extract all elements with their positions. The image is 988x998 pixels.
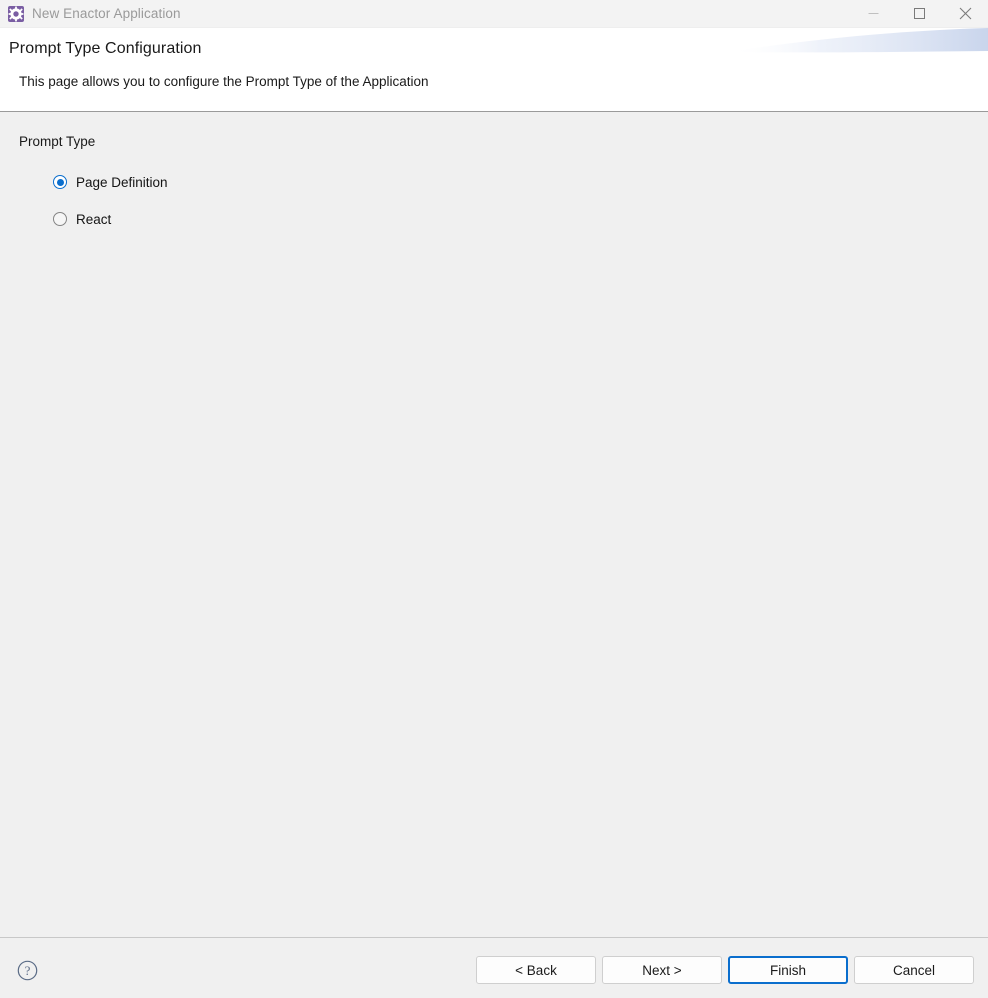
wizard-button-bar: ? < Back Next > Finish Cancel <box>0 938 988 998</box>
wizard-buttons: < Back Next > Finish Cancel <box>476 956 974 984</box>
title-bar: New Enactor Application <box>0 0 988 28</box>
page-title: Prompt Type Configuration <box>9 40 202 57</box>
prompt-type-radio-group: Page Definition React <box>53 174 168 227</box>
wizard-body: Prompt Type Page Definition React <box>0 112 988 938</box>
finish-button[interactable]: Finish <box>728 956 848 984</box>
svg-text:?: ? <box>25 963 31 978</box>
radio-option-react[interactable]: React <box>53 211 168 227</box>
radio-label: React <box>76 211 112 227</box>
wizard-header: Prompt Type Configuration This page allo… <box>0 28 988 112</box>
prompt-type-group-label: Prompt Type <box>19 134 96 149</box>
cancel-button[interactable]: Cancel <box>854 956 974 984</box>
maximize-icon[interactable] <box>896 0 942 27</box>
gear-icon <box>8 5 24 22</box>
page-description: This page allows you to configure the Pr… <box>19 74 429 89</box>
radio-unselected-icon[interactable] <box>53 212 67 226</box>
window-controls <box>850 0 988 27</box>
minimize-icon[interactable] <box>850 0 896 27</box>
help-circle-icon[interactable]: ? <box>17 960 38 981</box>
back-button[interactable]: < Back <box>476 956 596 984</box>
close-icon[interactable] <box>942 0 988 27</box>
header-swoosh-decoration <box>728 28 988 53</box>
radio-selected-icon[interactable] <box>53 175 67 189</box>
radio-option-page-definition[interactable]: Page Definition <box>53 174 168 190</box>
radio-label: Page Definition <box>76 174 168 190</box>
window-title: New Enactor Application <box>32 6 181 21</box>
wizard-window: New Enactor Application Prompt Type Conf… <box>0 0 988 998</box>
next-button[interactable]: Next > <box>602 956 722 984</box>
